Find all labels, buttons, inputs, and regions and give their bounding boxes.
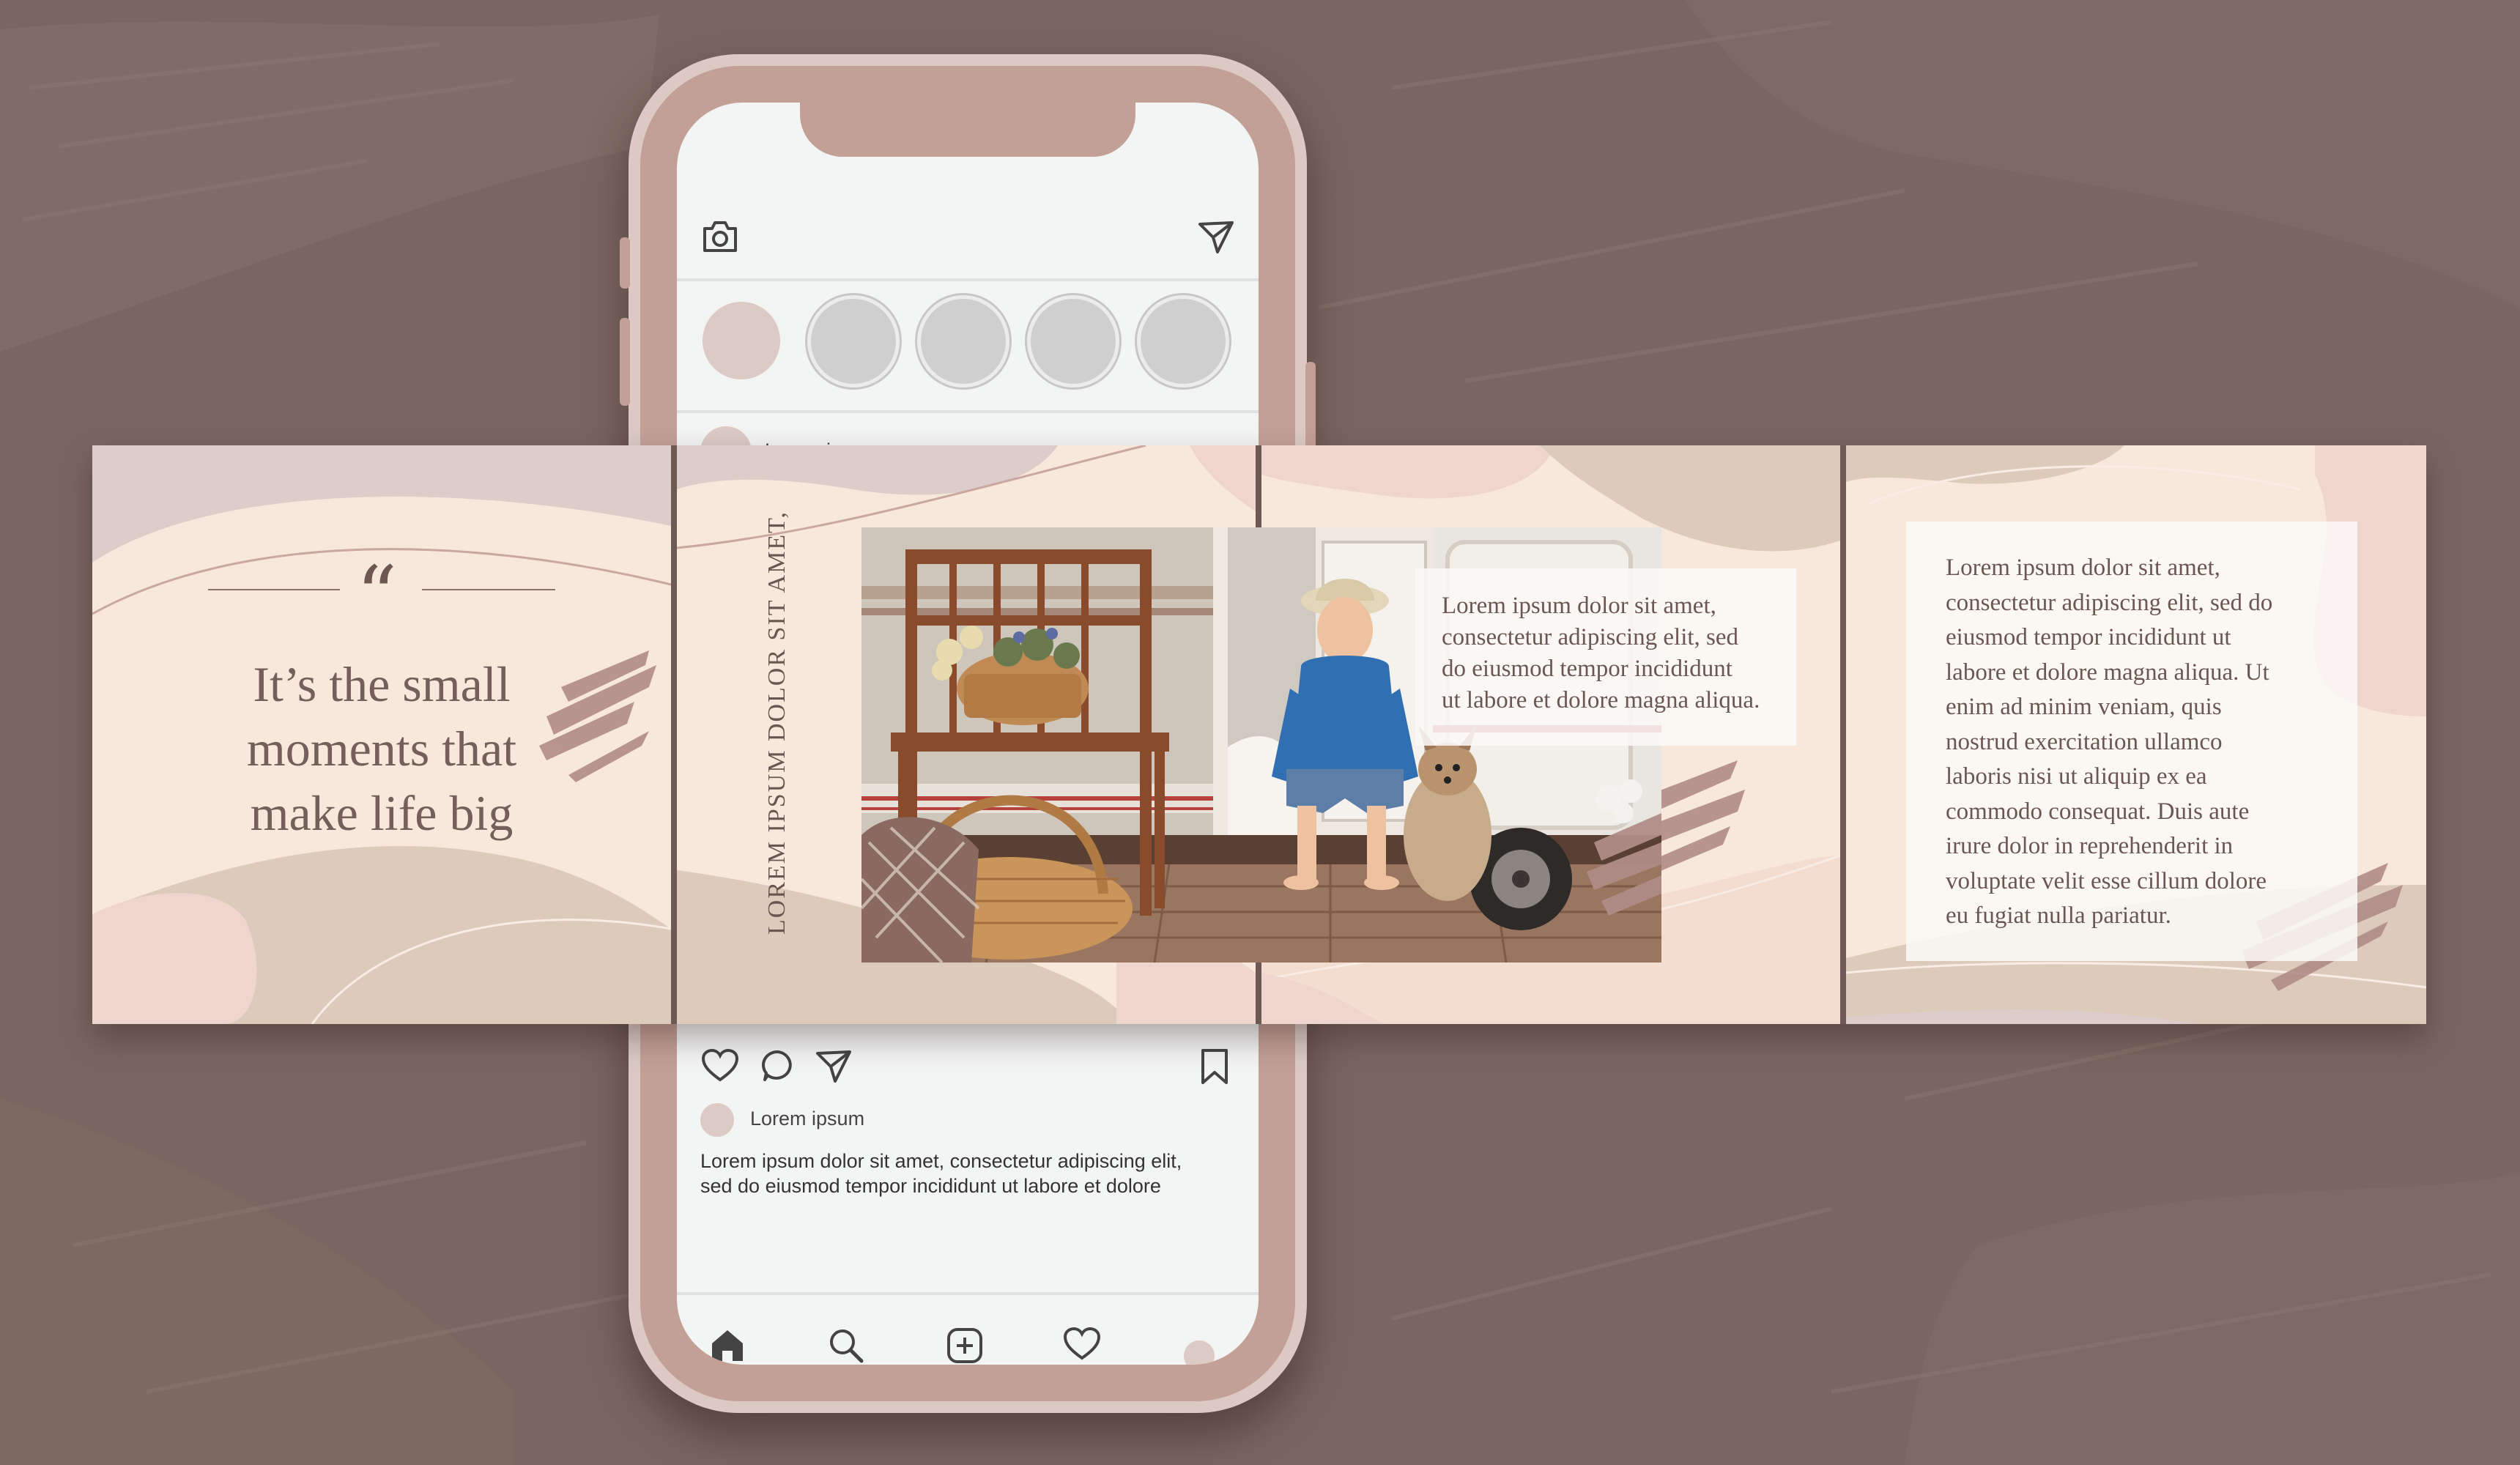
search-icon[interactable]: [826, 1326, 866, 1365]
quote-mark: “: [356, 549, 398, 642]
phone-volume-button: [620, 318, 630, 406]
caption-text-line2: sed do eiusmod tempor incididunt ut labo…: [700, 1175, 1161, 1197]
quote-line-1: It’s the small: [253, 656, 511, 712]
body-text-lines: Lorem ipsum dolor sit amet, consectetur …: [1946, 551, 2341, 934]
quote-divider-right: [422, 589, 555, 590]
body-text-line: nostrud exercitation ullamco: [1946, 728, 2223, 755]
story-avatar[interactable]: [807, 295, 900, 387]
story-avatar[interactable]: [1137, 295, 1229, 387]
body-text-line: eiusmod tempor incididunt ut: [1946, 624, 2231, 650]
body-text-line: labore et dolore magna aliqua. Ut: [1946, 659, 2269, 686]
body-text-line: consectetur adipiscing elit, sed do: [1946, 589, 2273, 616]
camera-icon[interactable]: [700, 218, 740, 255]
vertical-headline: LOREM IPSUM DOLOR SIT AMET,: [763, 511, 790, 935]
tabbar-divider: [677, 1292, 1259, 1295]
slide-3-line-4: ut labore et dolore magna aliqua.: [1442, 687, 1760, 713]
body-text-line: eu fugiat nulla pariatur.: [1946, 902, 2171, 929]
own-story-avatar[interactable]: [703, 302, 780, 379]
quote-divider-left: [208, 589, 340, 590]
caption-avatar[interactable]: [700, 1103, 734, 1137]
body-text-line: irure dolor in reprehenderit in: [1946, 833, 2234, 859]
send-icon[interactable]: [1197, 220, 1235, 255]
comment-icon[interactable]: [760, 1049, 796, 1083]
quote-line-2: moments that: [246, 721, 517, 776]
story-avatar[interactable]: [917, 295, 1009, 387]
caption-username[interactable]: Lorem ipsum: [750, 1108, 864, 1130]
stories-divider: [677, 410, 1259, 413]
home-icon[interactable]: [708, 1326, 747, 1365]
body-text-line: Lorem ipsum dolor sit amet,: [1946, 555, 2220, 581]
slide-seam: [671, 445, 677, 1024]
slide-3-text-box: Lorem ipsum dolor sit amet, consectetur …: [1415, 568, 1796, 746]
profile-icon[interactable]: [1184, 1340, 1215, 1365]
carousel-panorama: “ It’s the small moments that make life …: [92, 445, 2426, 1024]
share-icon[interactable]: [815, 1049, 853, 1084]
quote-line-3: make life big: [250, 785, 514, 841]
story-avatar[interactable]: [1027, 295, 1119, 387]
slide-3-line-3: do eiusmod tempor incididunt: [1442, 656, 1732, 682]
add-icon[interactable]: [945, 1326, 985, 1365]
carousel-slide-4: Lorem ipsum dolor sit amet, consectetur …: [1846, 445, 2426, 1024]
caption-text-line1: Lorem ipsum dolor sit amet, consectetur …: [700, 1150, 1182, 1172]
body-text-line: laboris nisi ut aliquip ex ea: [1946, 763, 2207, 790]
body-text-line: enim ad minim veniam, quis: [1946, 694, 2222, 720]
body-text-line: commodo consequat. Duis aute: [1946, 798, 2250, 825]
slide-seam: [1840, 445, 1846, 1024]
slide-3-line-1: Lorem ipsum dolor sit amet,: [1442, 593, 1716, 619]
bookmark-icon[interactable]: [1198, 1047, 1231, 1086]
phone-notch: [800, 103, 1135, 157]
body-text-line: voluptate velit esse cillum dolore: [1946, 867, 2267, 894]
heart-icon[interactable]: [1062, 1326, 1102, 1365]
carousel-slide-1: “ It’s the small moments that make life …: [92, 445, 671, 1024]
heart-icon[interactable]: [700, 1047, 740, 1084]
body-text-box: Lorem ipsum dolor sit amet, consectetur …: [1906, 522, 2357, 961]
header-divider: [677, 278, 1259, 281]
slide-3-line-2: consectetur adipiscing elit, sed: [1442, 624, 1739, 650]
phone-side-button: [620, 237, 630, 289]
